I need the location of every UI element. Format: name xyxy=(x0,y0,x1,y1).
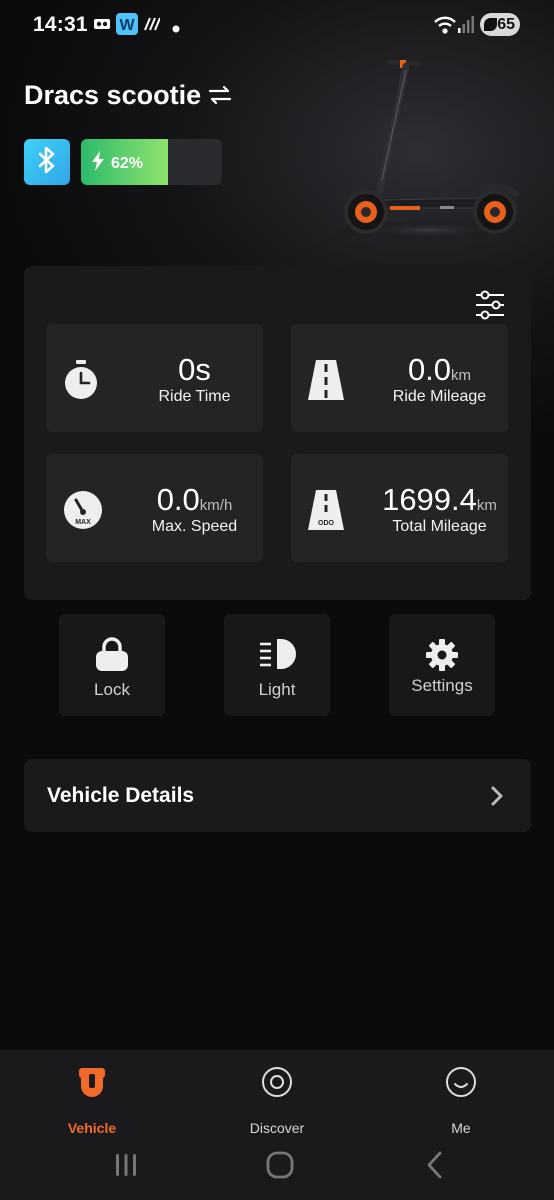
stat-label: Ride Time xyxy=(158,388,231,405)
recents-icon[interactable] xyxy=(114,1150,138,1185)
discover-icon xyxy=(217,1066,337,1098)
scooter-image xyxy=(330,50,530,245)
stat-unit: km/h xyxy=(199,497,233,514)
bluetooth-button[interactable] xyxy=(24,139,70,185)
stat-label: Total Mileage xyxy=(392,518,487,535)
stat-max-speed: MAX 0.0km/h Max. Speed xyxy=(46,454,263,562)
speedometer-icon-text: MAX xyxy=(75,519,91,526)
settings-label: Settings xyxy=(411,676,473,695)
nav-label-me: Me xyxy=(451,1120,471,1136)
lock-icon xyxy=(59,636,165,672)
switch-vehicle-icon[interactable] xyxy=(208,84,232,111)
nav-item-vehicle[interactable]: Vehicle xyxy=(32,1064,152,1144)
app-w-icon: W xyxy=(116,13,138,40)
charge-bolt-icon xyxy=(91,151,105,176)
bluetooth-icon xyxy=(37,146,57,179)
vehicle-details-label: Vehicle Details xyxy=(47,784,195,807)
light-button[interactable]: Light xyxy=(224,614,330,716)
stat-value: 0.0 xyxy=(156,482,200,517)
chevron-right-icon xyxy=(491,786,503,811)
ride-stats-card: 0s Ride Time 0.0km Ride Mileage MAX 0.0k… xyxy=(24,266,531,600)
gear-icon xyxy=(389,638,495,672)
sliders-icon[interactable] xyxy=(475,290,505,325)
battery-icon: 65 xyxy=(480,13,520,36)
lock-button[interactable]: Lock xyxy=(59,614,165,716)
battery-percent: 62% xyxy=(111,154,144,172)
light-label: Light xyxy=(258,680,296,699)
stopwatch-icon xyxy=(63,360,99,405)
nav-label-vehicle: Vehicle xyxy=(67,1120,117,1136)
odometer-icon-text: ODO xyxy=(318,520,335,527)
vehicle-name[interactable]: Dracs scootie xyxy=(24,80,201,111)
nav-label-discover: Discover xyxy=(249,1120,305,1136)
svg-text:W: W xyxy=(119,17,135,34)
app-screen: 14:31 W 65 Dracs scootie 62% 0s Ride Tim… xyxy=(0,0,554,1200)
stat-ride-time: 0s Ride Time xyxy=(46,324,263,432)
dot-icon xyxy=(172,20,180,38)
nav-item-discover[interactable]: Discover xyxy=(217,1064,337,1144)
headlight-icon xyxy=(224,636,330,672)
speedometer-icon: MAX xyxy=(63,490,103,535)
back-icon[interactable] xyxy=(424,1150,444,1185)
smiley-icon xyxy=(401,1066,521,1098)
stripes-icon xyxy=(144,17,161,36)
voicemail-icon xyxy=(94,15,110,38)
vehicle-details-row[interactable]: Vehicle Details xyxy=(24,759,531,832)
stat-value: 0.0 xyxy=(407,352,452,387)
settings-button[interactable]: Settings xyxy=(389,614,495,716)
stat-total-mileage: ODO 1699.4km Total Mileage xyxy=(291,454,508,562)
odometer-road-icon: ODO xyxy=(308,490,344,535)
status-bar: 14:31 W 65 xyxy=(0,0,554,50)
wifi-icon xyxy=(434,15,456,40)
stat-unit: km xyxy=(476,497,497,514)
status-time: 14:31 xyxy=(33,13,88,36)
home-icon[interactable] xyxy=(266,1150,294,1185)
lock-label: Lock xyxy=(94,680,130,699)
road-icon xyxy=(308,360,344,405)
stat-value: 0s xyxy=(178,352,211,387)
stat-ride-mileage: 0.0km Ride Mileage xyxy=(291,324,508,432)
stat-unit: km xyxy=(451,367,472,384)
nav-item-me[interactable]: Me xyxy=(401,1064,521,1144)
signal-icon xyxy=(458,16,474,39)
scooter-battery-bar: 62% xyxy=(81,139,222,185)
stat-label: Max. Speed xyxy=(151,518,238,535)
battery-level: 65 xyxy=(497,15,515,33)
stat-value: 1699.4 xyxy=(382,482,477,517)
stat-label: Ride Mileage xyxy=(392,388,487,405)
vehicle-icon xyxy=(32,1066,152,1098)
